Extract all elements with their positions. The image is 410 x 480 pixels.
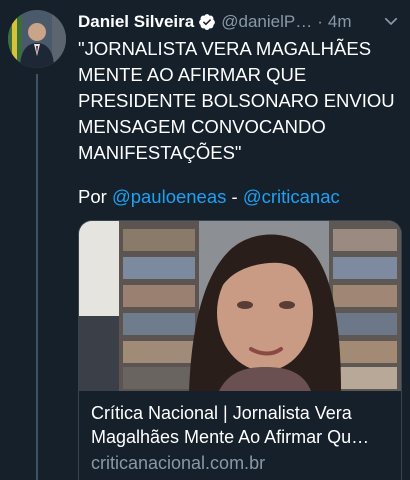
card-image[interactable] <box>79 221 401 391</box>
mention-link-pauloeneas[interactable]: @pauloeneas <box>112 186 226 207</box>
tweet-header: Daniel Silveira @danielP… · 4m <box>78 10 404 34</box>
avatar-column <box>8 10 68 68</box>
verified-badge-icon <box>199 14 216 30</box>
link-preview-card[interactable]: Crítica Nacional | Jornalista Vera Magal… <box>78 220 402 480</box>
thread-line <box>36 74 38 480</box>
separator: · <box>317 12 323 31</box>
tweet-content: Daniel Silveira @danielP… · 4m "JORNALIS… <box>78 10 404 480</box>
card-domain: criticanacional.com.br <box>91 453 266 473</box>
handle[interactable]: @danielP… <box>221 12 312 32</box>
tweet[interactable]: Daniel Silveira @danielP… · 4m "JORNALIS… <box>0 0 410 480</box>
avatar[interactable] <box>8 10 66 68</box>
tweet-text: "JORNALISTA VERA MAGALHÃES MENTE AO AFIR… <box>78 38 395 163</box>
tweet-credit: Por @pauloeneas - @criticanac <box>78 184 404 210</box>
chevron-down-icon[interactable] <box>382 12 400 30</box>
credit-dash: - <box>231 186 238 207</box>
credit-prefix: Por <box>78 186 107 207</box>
card-text: Crítica Nacional | Jornalista Vera Magal… <box>79 391 401 475</box>
timestamp[interactable]: 4m <box>328 12 352 32</box>
card-title[interactable]: Crítica Nacional | Jornalista Vera Magal… <box>91 401 389 449</box>
display-name[interactable]: Daniel Silveira <box>78 12 194 32</box>
mention-link-criticanac[interactable]: @criticanac <box>243 186 340 207</box>
